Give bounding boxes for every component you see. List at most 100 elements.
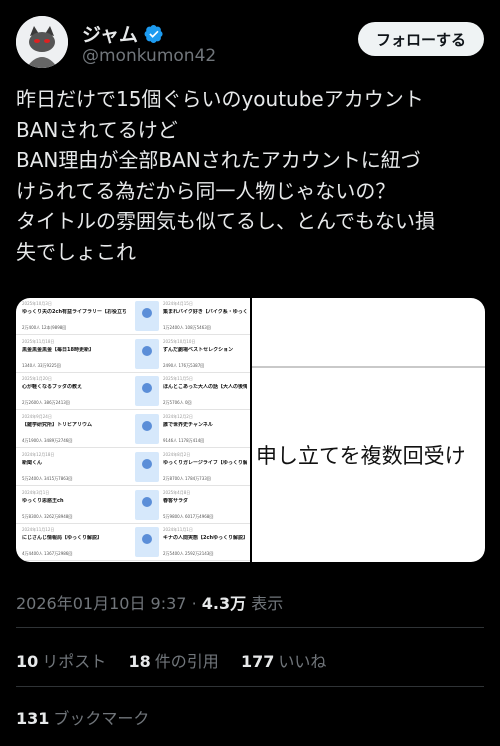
media-image-channel-list[interactable]: 2025年10月3日ゆっくり夫の2ch有益ライブラリー【お役立ち・ライフハック系… bbox=[16, 298, 250, 562]
channel-thumbnail-icon bbox=[135, 301, 159, 331]
tweet-line: BANされてるけど bbox=[16, 117, 178, 142]
quotes-count: 18 bbox=[128, 652, 151, 671]
avatar[interactable] bbox=[16, 16, 68, 68]
row-divider bbox=[16, 560, 133, 562]
divider bbox=[16, 627, 484, 628]
follow-button[interactable]: フォローする bbox=[357, 22, 484, 56]
tweet-header: ジャム @monkumon42 フォローする bbox=[16, 16, 484, 72]
separator-dot: · bbox=[191, 594, 197, 613]
channel-date: 2024年4月15日 bbox=[163, 301, 193, 306]
tweet-line: BAN理由が全部BANされたアカウントに紐づ bbox=[16, 148, 421, 172]
likes-label: いいね bbox=[278, 652, 327, 671]
media-image-appeal[interactable]: 申し立てを複数回受け bbox=[252, 298, 485, 562]
channel-meta: 2万2600人 386万2413回 bbox=[22, 400, 70, 406]
channel-date: 2024年11月1日 bbox=[163, 527, 193, 533]
reposts-count: 10 bbox=[16, 652, 39, 671]
channel-thumbnail-icon bbox=[135, 414, 159, 445]
channel-title: にじさんじ情報局【ゆっくり解説】 bbox=[22, 535, 103, 542]
reposts-stat[interactable]: 10 リポスト bbox=[16, 652, 106, 671]
channel-title: ゆっくり思惑王ch bbox=[22, 497, 64, 504]
name-row: ジャム bbox=[82, 20, 164, 47]
channel-list-item: 2024年9月24日【雑学研究所】トリビアリウム 4万1900人 3489万274… bbox=[16, 411, 133, 449]
channel-title: 集まれバイク好き【バイク系・ゆっくり解説】 bbox=[163, 309, 247, 315]
display-name[interactable]: ジャム bbox=[82, 20, 138, 47]
channel-meta: 2万400人 12本(9898回 bbox=[22, 325, 67, 330]
channel-date: 2024年12月18日 bbox=[22, 451, 55, 457]
bookmarks-count: 131 bbox=[16, 709, 50, 728]
channel-title: 誰で世界史チャンネル bbox=[163, 422, 213, 429]
channel-meta: 5万9800人 6017万4968回 bbox=[163, 513, 214, 519]
quotes-stat[interactable]: 18 件の引用 bbox=[128, 652, 218, 671]
tweet-datetime[interactable]: 2026年01月10日 9:37 bbox=[16, 594, 186, 613]
channel-meta: 1万2400人 108万5463回 bbox=[163, 325, 211, 330]
reposts-label: リポスト bbox=[42, 652, 107, 671]
channel-thumbnail-icon bbox=[135, 376, 159, 407]
channel-meta: 2490人 176万5387回 bbox=[163, 362, 205, 368]
channel-list-item: 2025年11月5日 ほんとこあった大人の話【大人の後悔】 2万5706人 0回 bbox=[133, 373, 250, 411]
channel-list-item: 2025年4月8日 春客サラダ 5万9800人 6017万4968回 bbox=[133, 487, 250, 524]
channel-meta: 2万8700人 1784万733回 bbox=[163, 475, 211, 481]
channel-date: 2025年4月8日 bbox=[163, 489, 191, 495]
channel-date: 2024年12月2日 bbox=[163, 414, 193, 420]
channel-title: ゆっくりガレージライフ【ゆっくり解説】 bbox=[163, 459, 247, 466]
channel-list-item: 2024年11月12日 にじさんじ情報局【ゆっくり解説】 4万4400人 1367万… bbox=[16, 524, 133, 562]
views-count: 4.3万 bbox=[201, 594, 247, 613]
channel-title: キナの人間実態【2chゆっくり解説】 bbox=[163, 535, 247, 542]
channel-meta: 2万5706人 0回 bbox=[163, 400, 192, 406]
channel-date: 2025年10月10日 bbox=[163, 338, 196, 344]
channel-title: 【雑学研究所】トリビアリウム bbox=[22, 422, 93, 429]
bookmarks-stat[interactable]: 131 ブックマーク bbox=[16, 705, 149, 729]
channel-thumbnail-icon bbox=[135, 489, 159, 520]
bookmarks-label: ブックマーク bbox=[53, 709, 150, 728]
channel-thumbnail-icon bbox=[135, 527, 159, 558]
channel-meta: 2万5400人 2592万2143回 bbox=[163, 551, 214, 557]
channel-list-item: 2024年12月18日 新聞くん 5万2400人 3415万7863回 bbox=[16, 449, 133, 486]
channel-meta: 4万4400人 1367万2986回 bbox=[22, 551, 73, 557]
tweet-timestamp: 2026年01月10日 9:37 · 4.3万 表示 bbox=[16, 590, 283, 614]
tweet-line: 失でしょこれ bbox=[16, 239, 136, 264]
channel-list-item: 2025年11月18日黒金黒金黒金【毎日18時更新】 1340人 33万9225回 bbox=[16, 336, 133, 373]
channel-list-item: 2025年10月10日ずんだ劇場ベストセレクション 2490人 176万5387回 bbox=[133, 336, 250, 373]
channel-list-item: 2024年4月15日集まれバイク好き【バイク系・ゆっくり解説】 1万2400人 1… bbox=[133, 298, 250, 335]
channel-list-item: 2025年1月20日心が軽くなるブッダの教え 2万2600人 386万2413回 bbox=[16, 373, 133, 411]
channel-date: 2025年10月3日 bbox=[22, 301, 52, 306]
likes-stat[interactable]: 177 いいね bbox=[241, 652, 326, 671]
channel-title: 黒金黒金黒金【毎日18時更新】 bbox=[22, 346, 94, 353]
channel-list-item: 2024年11月1日キナの人間実態【2chゆっくり解説】 2万5400人 2592… bbox=[133, 524, 250, 562]
tweet-line: タイトルの雰囲気も似てるし、とんでもない損 bbox=[16, 209, 435, 233]
channel-date: 2024年3月1日 bbox=[22, 489, 50, 495]
channel-title: ずんだ劇場ベストセレクション bbox=[163, 346, 234, 353]
channel-date: 2025年11月18日 bbox=[22, 338, 55, 344]
channel-list-item: 2024年12月2日誰で世界史チャンネル 9146人 1178万414回 bbox=[133, 411, 250, 449]
divider bbox=[16, 686, 484, 687]
row-divider bbox=[133, 560, 250, 562]
channel-title: 新聞くん bbox=[22, 459, 43, 466]
channel-list-item: 2024年8月2日ゆっくりガレージライフ【ゆっくり解説】 2万8700人 1784… bbox=[133, 449, 250, 486]
media-attachments: 2025年10月3日ゆっくり夫の2ch有益ライブラリー【お役立ち・ライフハック系… bbox=[16, 298, 485, 562]
channel-date: 2024年8月2日 bbox=[163, 451, 191, 457]
engagement-stats: 10 リポスト 18 件の引用 177 いいね bbox=[16, 648, 326, 672]
channel-meta: 9146人 1178万414回 bbox=[163, 438, 205, 444]
channel-date: 2024年9月24日 bbox=[22, 414, 52, 420]
channel-meta: 1340人 33万9225回 bbox=[22, 362, 61, 368]
tweet-line: 昨日だけで15個ぐらいのyoutubeアカウント bbox=[16, 87, 424, 111]
user-handle[interactable]: @monkumon42 bbox=[82, 46, 216, 66]
cat-face-avatar-icon bbox=[16, 16, 68, 68]
appeal-divider bbox=[252, 366, 485, 368]
channel-title: 心が軽くなるブッダの教え bbox=[22, 384, 83, 391]
channel-title: 春客サラダ bbox=[163, 497, 189, 504]
channel-meta: 5万8300人 3262万8948回 bbox=[22, 513, 73, 519]
channel-meta: 5万2400人 3415万7863回 bbox=[22, 475, 73, 481]
channel-meta: 4万1900人 3489万2746回 bbox=[22, 438, 73, 444]
channel-thumbnail-icon bbox=[135, 338, 159, 369]
appeal-text: 申し立てを複数回受け bbox=[256, 444, 466, 468]
quotes-label: 件の引用 bbox=[154, 652, 219, 671]
channel-list-item: 2024年3月1日ゆっくり思惑王ch 5万8300人 3262万8948回 bbox=[16, 487, 133, 524]
channel-date: 2025年1月20日 bbox=[22, 376, 52, 382]
channel-thumbnail-icon bbox=[135, 451, 159, 482]
channel-list-item: 2025年10月3日ゆっくり夫の2ch有益ライブラリー【お役立ち・ライフハック系… bbox=[16, 298, 133, 335]
channel-date: 2025年11月5日 bbox=[163, 376, 193, 382]
views-label: 表示 bbox=[251, 594, 284, 613]
tweet-line: けられてる為だから同一人物じゃないの？ bbox=[16, 178, 396, 203]
channel-title: ゆっくり夫の2ch有益ライブラリー【お役立ち・ライフハック系】 bbox=[22, 309, 126, 315]
